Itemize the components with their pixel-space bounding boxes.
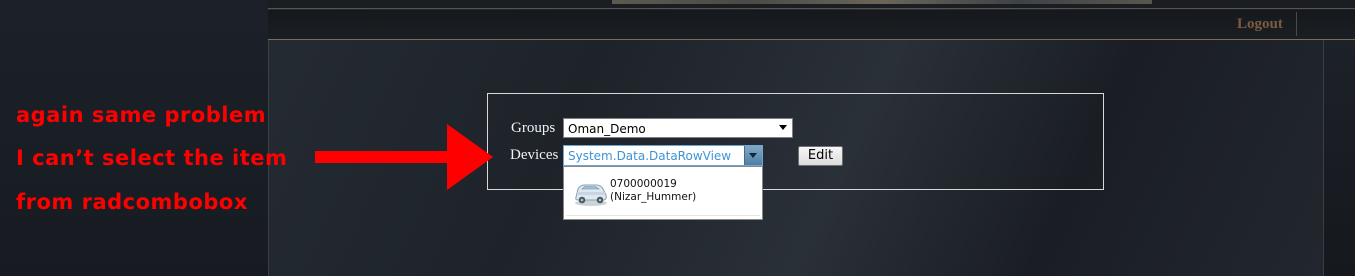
groups-combobox[interactable]: Oman_Demo (563, 118, 793, 138)
annotation-line-3: from radcombobox (16, 190, 248, 214)
chevron-down-icon (749, 153, 757, 158)
devices-value: System.Data.DataRowView (568, 149, 732, 163)
logout-link[interactable]: Logout (1237, 16, 1283, 33)
banner-image (612, 0, 1152, 4)
annotation-line-2: I can’t select the item (16, 146, 288, 170)
annotation-line-1: again same problem (16, 103, 267, 127)
devices-dropdown-button[interactable] (744, 146, 762, 165)
devices-dropdown-list: 0700000019 (Nizar_Hummer) (563, 166, 763, 220)
annotation-arrow-icon (315, 124, 493, 190)
device-name: (Nizar_Hummer) (610, 191, 697, 203)
devices-combobox[interactable]: System.Data.DataRowView (563, 145, 763, 166)
right-background (1323, 40, 1355, 276)
devices-label: Devices (510, 147, 559, 163)
left-background (0, 0, 268, 276)
list-item[interactable]: 0700000019 (Nizar_Hummer) (566, 169, 760, 216)
chevron-down-icon[interactable] (779, 125, 787, 130)
header-bar (268, 10, 1355, 40)
car-icon (575, 184, 607, 206)
edit-button[interactable]: Edit (798, 146, 843, 166)
groups-value: Oman_Demo (568, 122, 646, 136)
groups-label: Groups (511, 120, 556, 136)
header-divider (1296, 12, 1297, 36)
device-id: 0700000019 (610, 178, 677, 190)
